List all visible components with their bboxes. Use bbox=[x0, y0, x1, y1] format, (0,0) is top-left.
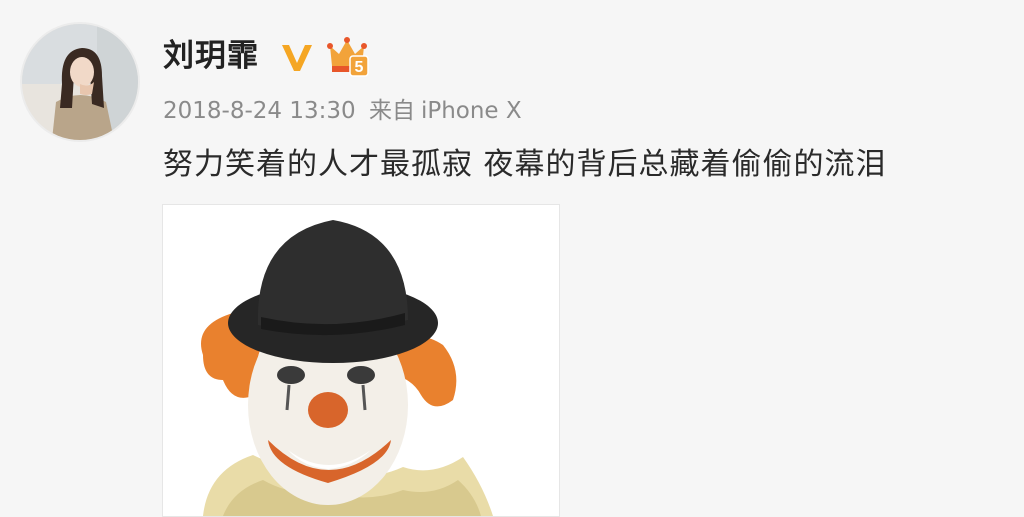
post-image-clown[interactable] bbox=[162, 204, 560, 517]
clown-illustration bbox=[163, 205, 559, 516]
user-name[interactable]: 刘玥霏 bbox=[163, 36, 259, 76]
source-device: iPhone X bbox=[420, 98, 522, 124]
crown-member-icon[interactable]: 5 bbox=[326, 36, 370, 78]
post-text: 努力笑着的人才最孤寂 夜幕的背后总藏着偷偷的流泪 bbox=[163, 147, 887, 182]
post-timestamp[interactable]: 2018-8-24 13:30 bbox=[163, 98, 356, 124]
post-meta: 2018-8-24 13:30 来自 iPhone X bbox=[163, 96, 528, 126]
verified-v-icon bbox=[279, 39, 315, 75]
avatar-photo bbox=[22, 24, 138, 140]
weibo-post: 刘玥霏 5 2018-8-24 13:30 来自 iPhone X 努力笑着的人才… bbox=[0, 0, 1024, 517]
svg-text:5: 5 bbox=[355, 59, 364, 76]
source-prefix: 来自 bbox=[368, 98, 415, 124]
user-avatar[interactable] bbox=[20, 22, 140, 142]
